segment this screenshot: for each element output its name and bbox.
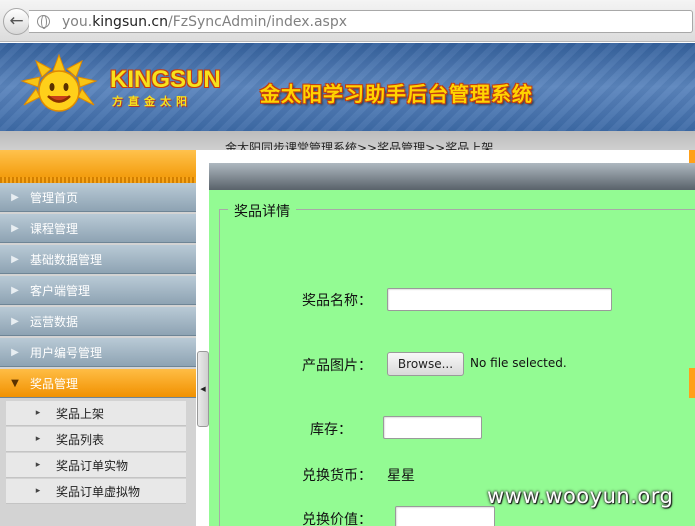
globe-icon <box>37 15 50 29</box>
submenu-arrow-icon: ▸ <box>35 408 41 418</box>
submenu-arrow-icon: ▸ <box>35 460 41 470</box>
sidebar-item-clients[interactable]: ▶ 客户端管理 <box>0 276 196 305</box>
sidebar-item-label: 基础数据管理 <box>30 252 103 267</box>
sidebar: ▶ 管理首页 ▶ 课程管理 ▶ 基础数据管理 ▶ 客户端管理 ▶ 运营数据 ▶ … <box>0 150 196 526</box>
system-title: 金太阳学习助手后台管理系统 <box>260 82 533 106</box>
menu-arrow-icon: ▶ <box>11 346 19 358</box>
sidebar-item-label: 客户端管理 <box>30 283 91 298</box>
menu-arrow-icon: ▶ <box>11 253 19 265</box>
fieldset-legend: 奖品详情 <box>228 201 296 221</box>
sidebar-item-operations[interactable]: ▶ 运营数据 <box>0 307 196 336</box>
sidebar-item-label: 课程管理 <box>30 221 79 236</box>
currency-label: 兑换货币： <box>302 468 372 484</box>
brand-name: KINGSUN <box>110 66 221 93</box>
chevron-left-icon: ◀ <box>200 385 206 393</box>
currency-value: 星星 <box>387 468 415 484</box>
exchange-value-label: 兑换价值： <box>302 512 372 526</box>
sidebar-item-label: 管理首页 <box>30 190 79 205</box>
sidebar-item-label: 用户编号管理 <box>30 345 103 360</box>
address-bar[interactable]: you.kingsun.cn/FzSyncAdmin/index.aspx <box>29 10 693 33</box>
submenu-arrow-icon: ▸ <box>35 486 41 496</box>
exchange-value-input[interactable] <box>395 506 495 526</box>
submenu-item-prize-list[interactable]: ▸ 奖品列表 <box>6 427 186 452</box>
stock-input[interactable] <box>383 416 482 439</box>
file-status-text: No file selected. <box>470 356 567 370</box>
watermark: www.wooyun.org <box>487 484 674 508</box>
sidebar-item-user-ids[interactable]: ▶ 用户编号管理 <box>0 338 196 367</box>
submenu-item-prize-listing[interactable]: ▸ 奖品上架 <box>6 401 186 426</box>
submenu-item-label: 奖品上架 <box>56 406 105 421</box>
sidebar-item-label: 奖品管理 <box>30 376 79 391</box>
sun-logo-icon <box>20 53 98 112</box>
url-text[interactable]: you.kingsun.cn/FzSyncAdmin/index.aspx <box>62 14 347 30</box>
submenu-item-physical-orders[interactable]: ▸ 奖品订单实物 <box>6 453 186 478</box>
sidebar-header <box>0 150 196 183</box>
prize-name-label: 奖品名称： <box>302 293 372 309</box>
menu-arrow-icon: ▶ <box>11 315 19 327</box>
submenu-arrow-icon: ▸ <box>35 434 41 444</box>
browser-toolbar: ← you.kingsun.cn/FzSyncAdmin/index.aspx <box>0 0 695 42</box>
content-top-gap <box>209 150 695 163</box>
sidebar-item-prizes[interactable]: ▼ 奖品管理 <box>0 369 196 398</box>
stock-label: 库存： <box>310 422 352 438</box>
back-arrow-icon[interactable]: ← <box>3 8 30 35</box>
menu-arrow-icon: ▶ <box>11 284 19 296</box>
content-header-bar <box>209 163 695 190</box>
browse-file-button[interactable]: Browse... <box>387 352 464 376</box>
collapse-sidebar-toggle[interactable]: ◀ <box>197 351 209 427</box>
sidebar-item-home[interactable]: ▶ 管理首页 <box>0 183 196 212</box>
menu-arrow-icon: ▶ <box>11 191 19 203</box>
submenu-item-label: 奖品订单实物 <box>56 458 129 473</box>
product-image-label: 产品图片： <box>302 358 372 374</box>
menu-arrow-icon: ▶ <box>11 222 19 234</box>
submenu-item-label: 奖品订单虚拟物 <box>56 484 141 499</box>
sidebar-item-label: 运营数据 <box>30 314 79 329</box>
menu-arrow-icon: ▼ <box>11 377 19 389</box>
sidebar-item-courses[interactable]: ▶ 课程管理 <box>0 214 196 243</box>
submenu-item-virtual-orders[interactable]: ▸ 奖品订单虚拟物 <box>6 479 186 504</box>
brand-subtitle: 方直金太阳 <box>112 95 192 108</box>
sidebar-gutter <box>196 150 209 526</box>
sidebar-item-base-data[interactable]: ▶ 基础数据管理 <box>0 245 196 274</box>
prize-name-input[interactable] <box>387 288 612 311</box>
submenu-item-label: 奖品列表 <box>56 432 105 447</box>
